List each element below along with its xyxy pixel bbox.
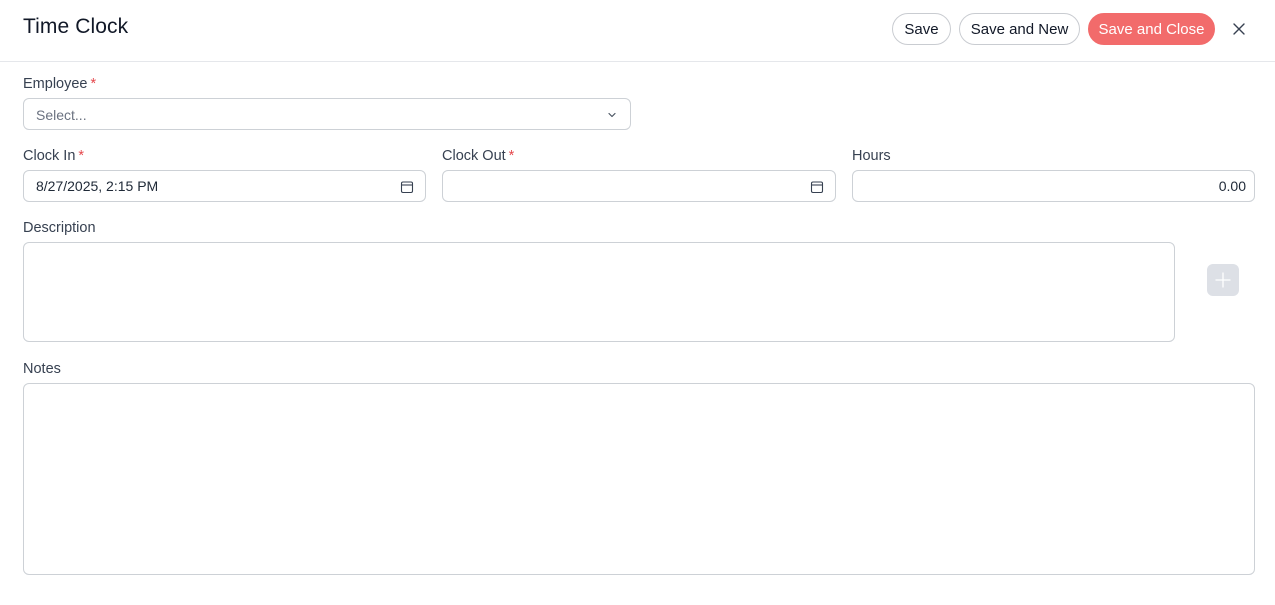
description-textarea[interactable]: [23, 242, 1175, 342]
description-label: Description: [23, 220, 96, 236]
clock-in-label-text: Clock In: [23, 148, 76, 164]
hours-label: Hours: [852, 148, 891, 164]
notes-label: Notes: [23, 361, 61, 377]
employee-label: Employee *: [23, 76, 96, 92]
required-marker: *: [78, 148, 85, 164]
hours-field[interactable]: [852, 170, 1255, 202]
employee-label-text: Employee: [23, 76, 88, 92]
required-marker: *: [90, 76, 97, 92]
save-button[interactable]: Save: [892, 13, 951, 45]
notes-textarea[interactable]: [23, 383, 1255, 575]
dialog-title: Time Clock: [23, 15, 129, 38]
clock-out-input[interactable]: [443, 171, 835, 201]
clock-in-label: Clock In *: [23, 148, 84, 164]
chevron-down-icon: [604, 107, 620, 123]
time-clock-dialog: Time Clock Save Save and New Save and Cl…: [0, 0, 1275, 605]
clock-out-field[interactable]: [442, 170, 836, 202]
clock-in-input[interactable]: [24, 171, 425, 201]
calendar-icon[interactable]: [809, 179, 825, 195]
clock-in-field[interactable]: [23, 170, 426, 202]
save-and-new-button[interactable]: Save and New: [959, 13, 1080, 45]
employee-select[interactable]: Select...: [23, 98, 631, 130]
clock-out-label: Clock Out *: [442, 148, 514, 164]
clock-out-label-text: Clock Out: [442, 148, 506, 164]
employee-select-placeholder: Select...: [36, 107, 87, 123]
required-marker: *: [508, 148, 515, 164]
add-button[interactable]: [1207, 264, 1239, 296]
save-and-close-button[interactable]: Save and Close: [1088, 13, 1215, 45]
close-icon[interactable]: [1229, 19, 1249, 39]
calendar-icon[interactable]: [399, 179, 415, 195]
dialog-header: Time Clock Save Save and New Save and Cl…: [0, 0, 1275, 62]
hours-input[interactable]: [853, 171, 1254, 201]
plus-icon: [1215, 272, 1231, 288]
